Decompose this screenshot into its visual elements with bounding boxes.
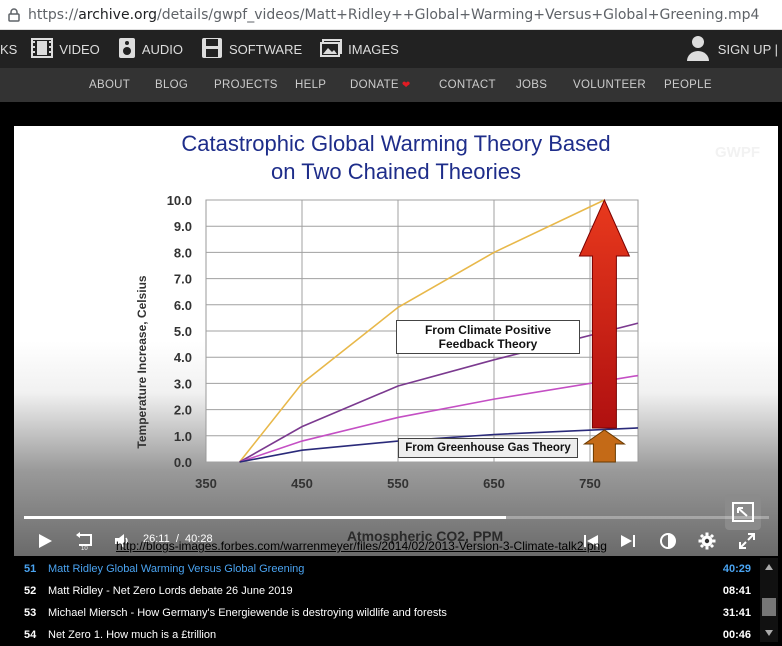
y-axis-label: Temperature Increase, Celsius: [135, 275, 149, 449]
feedback-theory-box: From Climate Positive Feedback Theory: [396, 320, 580, 354]
sub-nav: ABOUT BLOG PROJECTS HELP DONATE ❤ CONTACT…: [0, 68, 782, 102]
subnav-about[interactable]: ABOUT: [89, 79, 130, 91]
heart-icon: ❤: [401, 80, 411, 91]
progress-fill: [24, 516, 506, 519]
subnav-volunteer[interactable]: VOLUNTEER: [573, 79, 646, 91]
settings-button[interactable]: [696, 530, 718, 552]
progress-bar[interactable]: [24, 516, 769, 519]
playlist-row-title[interactable]: Net Zero 1. How much is a £trillion: [48, 629, 216, 641]
nav-label: SOFTWARE: [228, 41, 303, 57]
contrast-icon: [660, 533, 676, 549]
nav-label: AUDIO: [141, 41, 183, 57]
source-link[interactable]: http://blogs-images.forbes.com/warrenmey…: [116, 539, 607, 553]
theater-mode-button[interactable]: [657, 530, 679, 552]
nav-item-texts[interactable]: KS: [0, 42, 17, 57]
address-bar[interactable]: https://archive.org/details/gwpf_videos/…: [0, 0, 782, 30]
url-host: archive.org: [78, 6, 157, 23]
playlist-row-title[interactable]: Matt Ridley - Net Zero Lords debate 26 J…: [48, 585, 293, 597]
subnav-blog[interactable]: BLOG: [155, 79, 188, 91]
rewind-10-button[interactable]: 10: [72, 530, 96, 552]
scrollbar-thumb[interactable]: [762, 598, 776, 616]
y-tick-label: 9.0: [174, 219, 192, 234]
video-frame: Catastrophic Global Warming Theory Based…: [14, 126, 778, 556]
nav-item-video[interactable]: VIDEO: [31, 37, 100, 61]
nav-item-software[interactable]: SOFTWARE: [201, 37, 302, 62]
playlist-row-duration: 40:29: [722, 563, 751, 575]
y-tick-label: 3.0: [174, 376, 192, 391]
url-text[interactable]: https://archive.org/details/gwpf_videos/…: [28, 7, 759, 23]
subnav-people[interactable]: PEOPLE: [664, 79, 712, 91]
playlist-row[interactable]: 52 Matt Ridley - Net Zero Lords debate 26…: [14, 580, 759, 602]
user-icon: [686, 34, 710, 65]
play-button[interactable]: [34, 530, 56, 552]
fullscreen-button[interactable]: [736, 530, 758, 552]
playlist-row-duration: 08:41: [722, 585, 751, 597]
y-tick-label: 6.0: [174, 298, 192, 313]
x-tick-label: 650: [483, 476, 505, 491]
fullscreen-icon: [739, 533, 755, 549]
greenhouse-theory-box: From Greenhouse Gas Theory: [398, 438, 578, 458]
sign-up-link[interactable]: SIGN UP |: [686, 30, 778, 68]
skip-next-icon: [621, 535, 635, 547]
nav-label: IMAGES: [348, 41, 399, 57]
scroll-down-icon[interactable]: [760, 626, 778, 640]
feedback-box-line2: Feedback Theory: [438, 337, 538, 351]
playlist-row[interactable]: 53 Michael Miersch - How Germany's Energi…: [14, 602, 759, 624]
y-tick-label: 0.0: [174, 455, 192, 470]
playlist-row[interactable]: 54 Net Zero 1. How much is a £trillion 00:…: [14, 624, 759, 646]
floppy-icon: [201, 37, 223, 62]
y-tick-label: 10.0: [167, 193, 192, 208]
top-nav: KS VIDEO AUDIO SOFTWARE IMAGES SIGN UP |: [0, 30, 782, 68]
nav-item-audio[interactable]: AUDIO: [118, 37, 183, 62]
playlist-row-duration: 31:41: [722, 607, 751, 619]
playlist-row[interactable]: 51 Matt Ridley Global Warming Versus Glob…: [14, 558, 759, 580]
image-icon: [320, 38, 343, 60]
playlist-scrollbar[interactable]: [760, 558, 778, 642]
x-tick-label: 450: [291, 476, 313, 491]
playlist-row-title[interactable]: Michael Miersch - How Germany's Energiew…: [48, 607, 447, 619]
donate-label: DONATE: [350, 79, 399, 91]
film-icon: [31, 37, 54, 61]
x-tick-label: 350: [195, 476, 217, 491]
playlist-row-title[interactable]: Matt Ridley Global Warming Versus Global…: [48, 563, 304, 575]
feedback-box-line1: From Climate Positive: [424, 323, 552, 337]
lock-icon: [0, 7, 28, 22]
subnav-contact[interactable]: CONTACT: [439, 79, 496, 91]
playlist-row-number: 51: [24, 563, 37, 575]
subnav-projects[interactable]: PROJECTS: [214, 79, 278, 91]
x-tick-label: 750: [579, 476, 601, 491]
scroll-up-icon[interactable]: [760, 560, 778, 574]
y-tick-label: 4.0: [174, 350, 192, 365]
subnav-help[interactable]: HELP: [295, 79, 326, 91]
x-tick-labels: 350 450 550 650 750: [195, 476, 601, 491]
x-tick-label: 550: [387, 476, 409, 491]
playlist-row-number: 54: [24, 629, 37, 641]
svg-text:10: 10: [81, 546, 88, 551]
gear-icon: [698, 532, 716, 550]
y-tick-label: 8.0: [174, 245, 192, 260]
nav-item-images[interactable]: IMAGES: [320, 38, 399, 60]
y-tick-label: 7.0: [174, 272, 192, 287]
next-button[interactable]: [617, 530, 639, 552]
subnav-donate[interactable]: DONATE ❤: [350, 79, 411, 91]
speaker-icon: [118, 37, 136, 62]
url-path: /details/gwpf_videos/Matt+Ridley++Global…: [157, 6, 760, 23]
playlist: 51 Matt Ridley Global Warming Versus Glob…: [14, 558, 778, 642]
y-tick-label: 5.0: [174, 324, 192, 339]
playlist-row-number: 53: [24, 607, 37, 619]
play-icon: [39, 534, 52, 548]
y-tick-label: 2.0: [174, 403, 192, 418]
replay-10-icon: 10: [76, 532, 92, 551]
playlist-row-duration: 00:46: [722, 629, 751, 641]
sign-up-label: SIGN UP |: [717, 41, 778, 57]
url-scheme: https://: [28, 6, 79, 23]
y-tick-labels: 0.0 1.0 2.0 3.0 4.0 5.0 6.0 7.0 8.0 9.0 10.0: [167, 193, 192, 470]
y-tick-label: 1.0: [174, 429, 192, 444]
subnav-jobs[interactable]: JOBS: [516, 79, 547, 91]
nav-label: VIDEO: [59, 41, 100, 57]
playlist-row-number: 52: [24, 585, 37, 597]
video-player[interactable]: Catastrophic Global Warming Theory Based…: [0, 102, 782, 558]
